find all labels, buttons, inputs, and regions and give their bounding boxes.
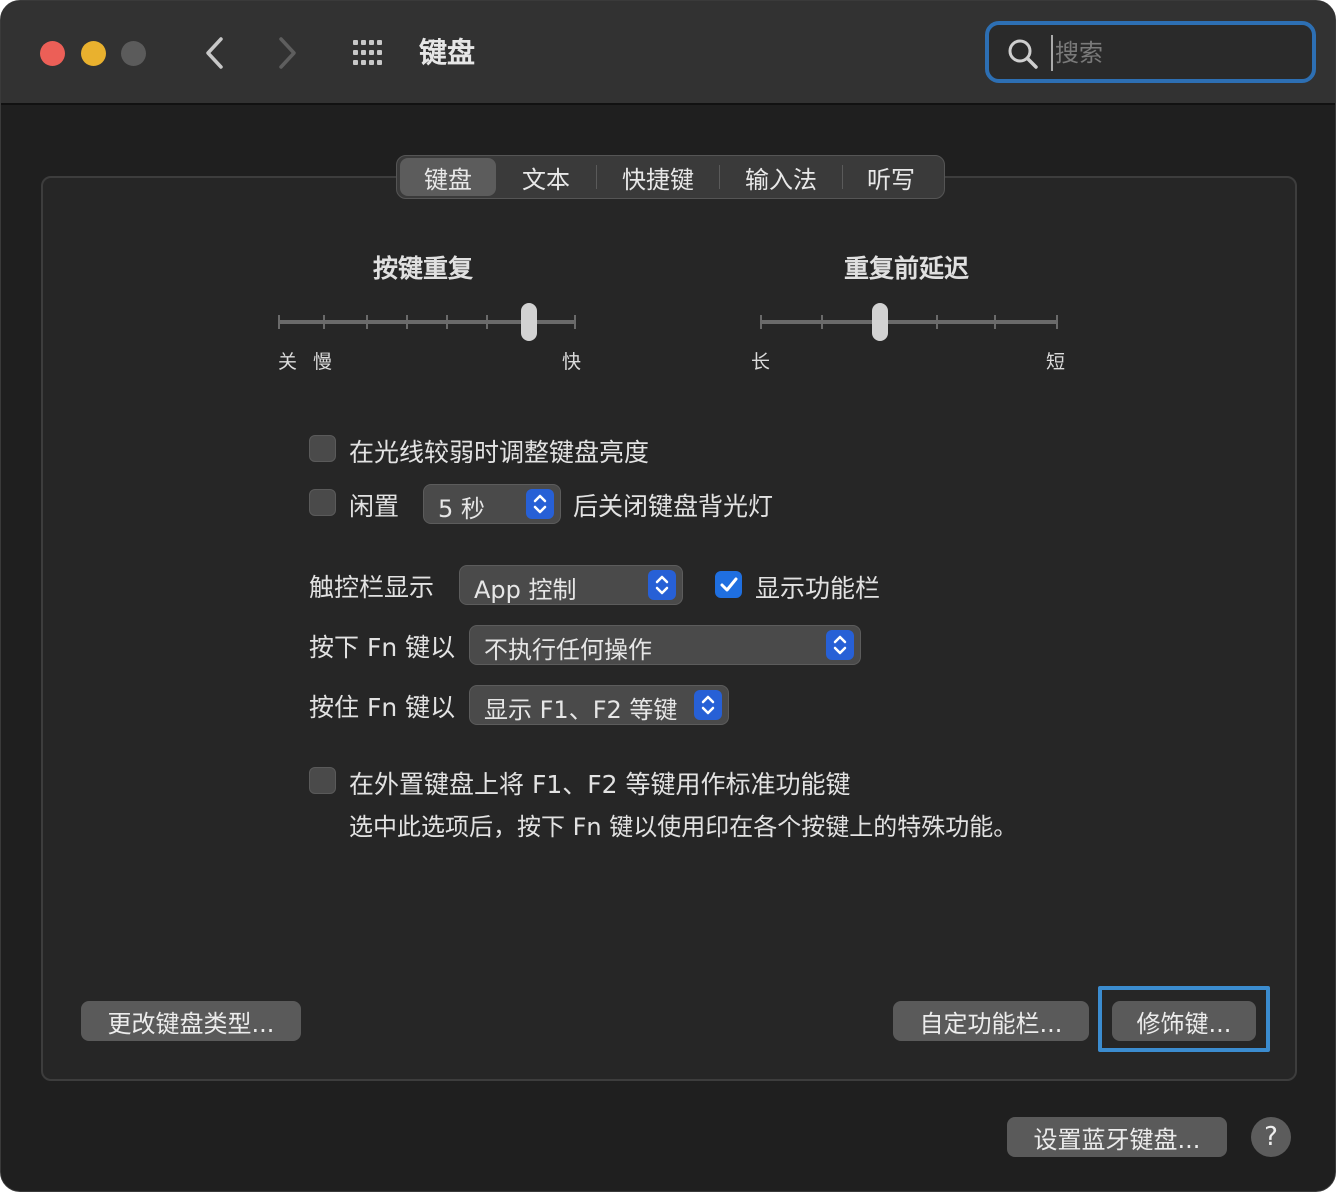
idle-backlight-checkbox[interactable] (309, 489, 336, 516)
repeat-delay-long-label: 长 (751, 351, 771, 373)
search-input[interactable] (1051, 35, 1301, 71)
tab-dictation[interactable]: 听写 (843, 158, 939, 196)
press-fn-popup[interactable]: 不执行任何操作 (469, 625, 861, 665)
customize-control-strip-button[interactable]: 自定功能栏... (893, 1001, 1089, 1041)
change-keyboard-type-button[interactable]: 更改键盘类型... (81, 1001, 301, 1041)
tab-input-sources[interactable]: 输入法 (720, 158, 842, 196)
show-control-strip-label: 显示功能栏 (755, 574, 881, 603)
slider-tick (323, 315, 325, 329)
minimize-button[interactable] (81, 41, 106, 66)
slider-tick (936, 315, 938, 329)
adjust-brightness-label: 在光线较弱时调整键盘亮度 (349, 438, 650, 467)
show-all-button[interactable] (351, 39, 389, 67)
tab-dictation-label: 听写 (867, 165, 915, 194)
tab-text[interactable]: 文本 (496, 158, 596, 196)
setup-bluetooth-keyboard-button[interactable]: 设置蓝牙键盘... (1007, 1117, 1227, 1157)
grid-icon (353, 40, 382, 65)
slider-tick (1056, 315, 1058, 329)
standard-fn-keys-description: 选中此选项后，按下 Fn 键以使用印在各个按键上的特殊功能。 (349, 813, 1018, 841)
search-icon (1008, 39, 1038, 69)
close-button[interactable] (40, 41, 65, 66)
slider-tick (278, 315, 280, 329)
touch-bar-label: 触控栏显示 (309, 573, 435, 602)
adjust-brightness-checkbox[interactable] (309, 435, 336, 462)
idle-label: 闲置 (349, 492, 400, 521)
popup-arrows-icon (648, 570, 676, 600)
touch-bar-popup[interactable]: App 控制 (459, 565, 683, 605)
idle-time-popup[interactable]: 5 秒 (423, 484, 561, 524)
back-button[interactable] (195, 31, 235, 75)
tab-bar: 键盘 文本 快捷键 输入法 听写 (396, 155, 945, 199)
slider-tick (821, 315, 823, 329)
tab-keyboard[interactable]: 键盘 (400, 158, 496, 196)
hold-fn-label: 按住 Fn 键以 (309, 693, 456, 722)
hold-fn-popup[interactable]: 显示 F1、F2 等键 (469, 685, 729, 725)
tab-shortcuts[interactable]: 快捷键 (597, 158, 719, 196)
checkmark-icon (720, 577, 738, 592)
repeat-delay-knob[interactable] (872, 303, 888, 341)
repeat-delay-title: 重复前延迟 (844, 254, 970, 283)
key-repeat-fast-label: 快 (562, 351, 582, 373)
touch-bar-value: App 控制 (474, 576, 577, 604)
popup-arrows-icon (526, 489, 554, 519)
hold-fn-value: 显示 F1、F2 等键 (484, 696, 678, 724)
slider-tick (574, 315, 576, 329)
key-repeat-title: 按键重复 (373, 254, 474, 283)
forward-button[interactable] (267, 31, 307, 75)
slider-tick (760, 315, 762, 329)
key-repeat-off-label: 关 (278, 351, 298, 373)
chevron-left-icon (206, 37, 223, 69)
tab-keyboard-label: 键盘 (424, 165, 472, 194)
zoom-button[interactable] (121, 41, 146, 66)
standard-fn-keys-label: 在外置键盘上将 F1、F2 等键用作标准功能键 (349, 770, 851, 799)
slider-track (760, 320, 1058, 324)
press-fn-label: 按下 Fn 键以 (309, 633, 456, 662)
key-repeat-slow-label: 慢 (313, 351, 333, 373)
keyboard-preferences-window: 键盘 键盘 文本 快捷键 输入法 听写 按键重复 关 慢 快 (0, 0, 1336, 1192)
press-fn-value: 不执行任何操作 (484, 636, 652, 664)
slider-tick (486, 315, 488, 329)
slider-tick (406, 315, 408, 329)
key-repeat-knob[interactable] (521, 303, 537, 341)
search-field[interactable] (985, 21, 1316, 83)
idle-time-value: 5 秒 (438, 495, 485, 523)
window-title: 键盘 (419, 36, 476, 69)
slider-tick (446, 315, 448, 329)
standard-fn-keys-checkbox[interactable] (309, 767, 336, 794)
show-control-strip-checkbox[interactable] (715, 571, 742, 598)
modifier-keys-button[interactable]: 修饰键... (1112, 1001, 1256, 1041)
tab-shortcuts-label: 快捷键 (622, 165, 694, 194)
tab-text-label: 文本 (522, 165, 570, 194)
popup-arrows-icon (694, 690, 722, 720)
tab-input-sources-label: 输入法 (745, 165, 817, 194)
chevron-right-icon (279, 37, 296, 69)
help-button[interactable]: ? (1251, 1117, 1291, 1157)
popup-arrows-icon (826, 630, 854, 660)
idle-suffix-label: 后关闭键盘背光灯 (573, 492, 774, 521)
slider-tick (366, 315, 368, 329)
slider-tick (994, 315, 996, 329)
repeat-delay-short-label: 短 (1046, 351, 1066, 373)
title-bar: 键盘 (1, 1, 1335, 105)
